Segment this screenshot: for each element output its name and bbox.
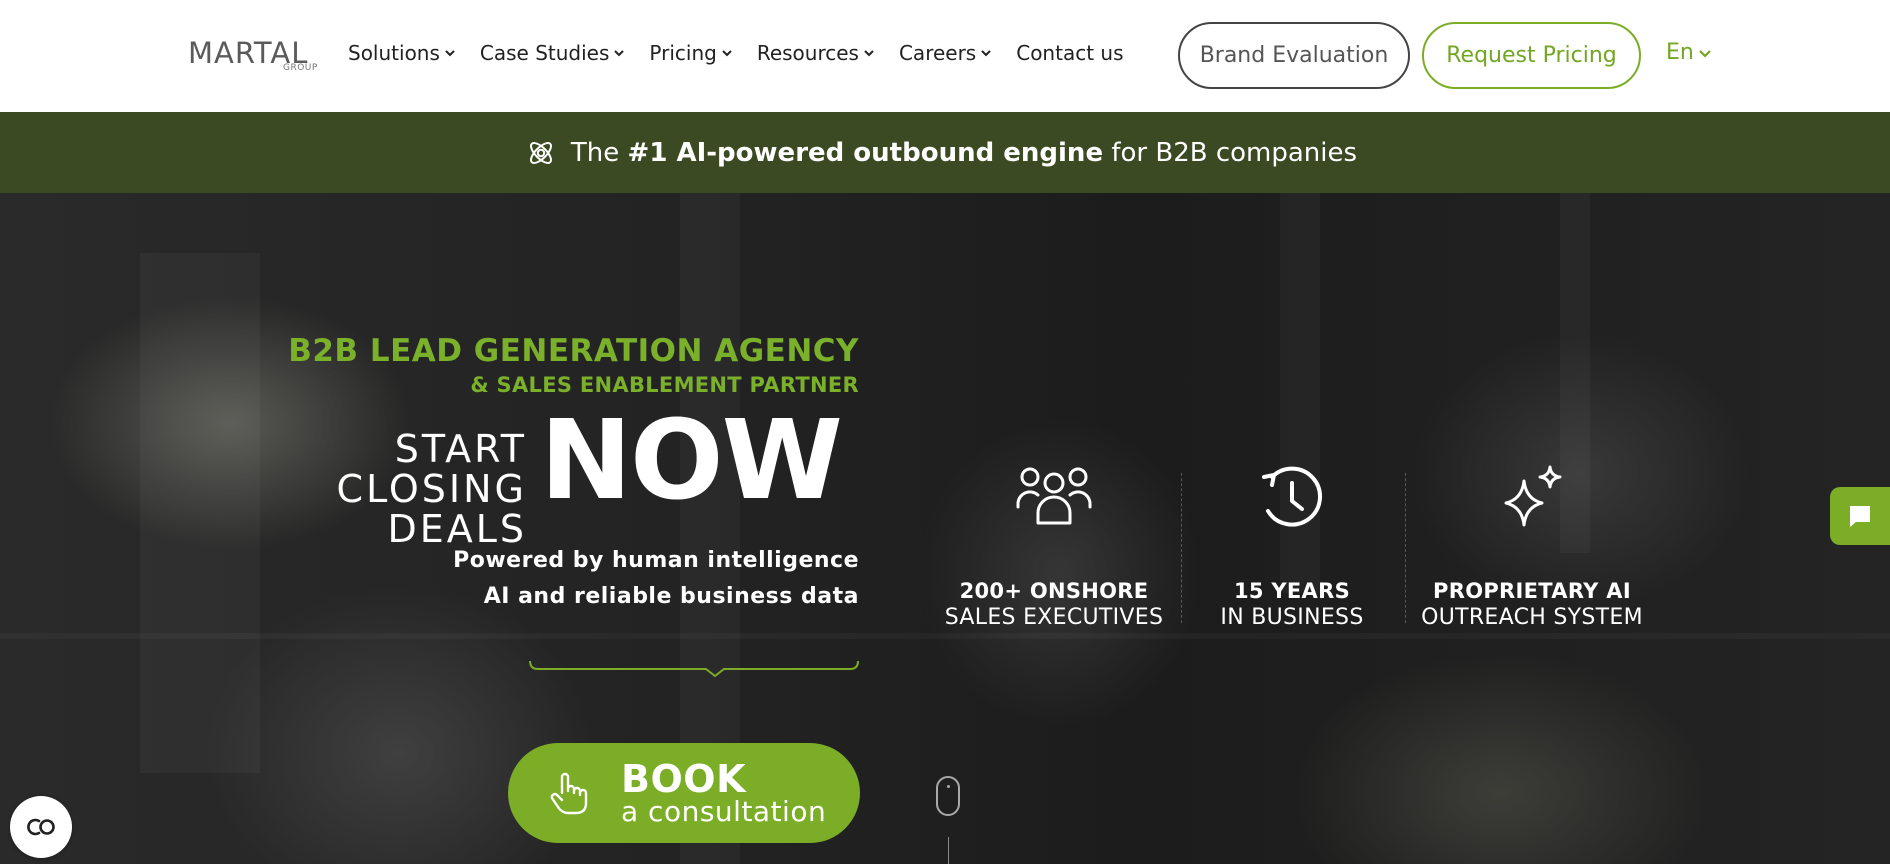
subheadline-line: AI and reliable business data xyxy=(483,584,859,609)
hero-headline-now: NOW xyxy=(540,396,843,524)
stat-value: PROPRIETARY AI xyxy=(1433,579,1631,603)
brand-evaluation-button[interactable]: Brand Evaluation xyxy=(1178,22,1410,89)
logo-subtext: GROUP xyxy=(283,63,318,73)
nav-label: Pricing xyxy=(649,41,717,65)
decorative-brace xyxy=(529,660,859,678)
team-icon xyxy=(1016,467,1092,525)
request-pricing-button[interactable]: Request Pricing xyxy=(1422,22,1641,89)
scroll-indicator-line xyxy=(948,837,949,864)
chat-bubble-icon xyxy=(1850,506,1870,527)
nav-label: Case Studies xyxy=(479,41,610,65)
scroll-down-indicator[interactable] xyxy=(936,776,960,816)
nav-item-case-studies[interactable]: Case Studies xyxy=(480,41,625,65)
nav-label: Careers xyxy=(898,41,977,65)
nav-item-contact-us[interactable]: Contact us xyxy=(1016,41,1123,65)
stat-divider xyxy=(1405,473,1406,623)
stat-value: 15 YEARS xyxy=(1233,579,1351,603)
atom-icon xyxy=(529,141,552,164)
book-consultation-button[interactable]: BOOK a consultation xyxy=(508,743,860,843)
hero-bg-shape xyxy=(0,633,1890,639)
nav-item-resources[interactable]: Resources xyxy=(757,41,874,65)
stat-sales-executives: 200+ ONSHORE SALES EXECUTIVES xyxy=(939,463,1169,630)
site-header: MARTAL GROUP Solutions Case Studies Pric… xyxy=(0,0,1890,112)
nav-item-pricing[interactable]: Pricing xyxy=(649,41,732,65)
chevron-down-icon xyxy=(1699,49,1711,58)
hero-section: B2B LEAD GENERATION AGENCY & SALES ENABL… xyxy=(0,193,1890,864)
announcement-banner: The #1 AI-powered outbound engine for B2… xyxy=(0,112,1890,193)
chevron-down-icon xyxy=(864,50,874,57)
accessibility-icon xyxy=(27,818,55,836)
stat-caption: IN BUSINESS xyxy=(1220,605,1364,630)
nav-label: Solutions xyxy=(348,41,440,65)
hero-subheadline: Powered by human intelligence AI and rel… xyxy=(453,543,859,615)
stat-years-in-business: 15 YEARS IN BUSINESS xyxy=(1177,463,1407,630)
language-label: En xyxy=(1666,40,1694,65)
banner-suffix: for B2B companies xyxy=(1103,137,1358,168)
nav-item-solutions[interactable]: Solutions xyxy=(348,41,455,65)
chat-widget-button[interactable] xyxy=(1830,487,1890,545)
stat-value: 200+ ONSHORE xyxy=(959,579,1149,603)
history-clock-icon xyxy=(1262,466,1322,527)
nav-label: Resources xyxy=(756,41,859,65)
nav-label: Contact us xyxy=(1016,41,1124,65)
chevron-down-icon xyxy=(722,50,732,57)
accessibility-button[interactable] xyxy=(10,796,72,858)
subheadline-line: Powered by human intelligence xyxy=(453,548,859,573)
banner-highlight: #1 AI-powered outbound engine xyxy=(627,137,1104,168)
book-sublabel: a consultation xyxy=(621,795,827,828)
pointer-hand-icon xyxy=(550,772,588,815)
language-selector[interactable]: En xyxy=(1666,40,1711,65)
sparkles-icon xyxy=(1504,465,1562,527)
chevron-down-icon xyxy=(445,50,455,57)
banner-text: The #1 AI-powered outbound engine for B2… xyxy=(571,138,1357,168)
hero-kicker-primary: B2B LEAD GENERATION AGENCY xyxy=(288,333,859,369)
hero-headline-start: START CLOSING DEALS xyxy=(192,429,527,549)
headline-line: START CLOSING xyxy=(336,427,527,511)
chevron-down-icon xyxy=(614,50,625,57)
banner-prefix: The xyxy=(570,137,628,168)
main-nav: Solutions Case Studies Pricing Resources… xyxy=(348,41,1149,65)
stat-caption: SALES EXECUTIVES xyxy=(944,605,1164,630)
martal-logo[interactable]: MARTAL GROUP xyxy=(188,36,328,76)
stat-proprietary-ai: PROPRIETARY AI OUTREACH SYSTEM xyxy=(1417,463,1647,630)
hero-kicker-secondary: & SALES ENABLEMENT PARTNER xyxy=(470,373,859,397)
chevron-down-icon xyxy=(981,50,991,57)
stat-caption: OUTREACH SYSTEM xyxy=(1421,605,1643,630)
nav-item-careers[interactable]: Careers xyxy=(899,41,991,65)
